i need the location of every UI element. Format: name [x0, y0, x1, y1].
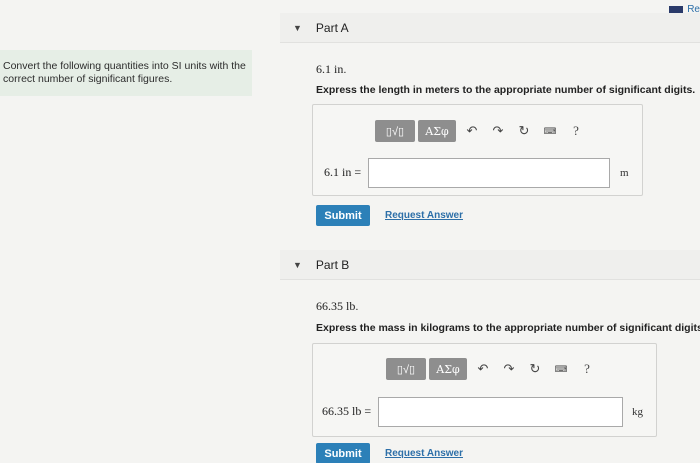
part-a-header[interactable]: ▼ Part A: [280, 13, 700, 43]
part-a-request-answer-link[interactable]: Request Answer: [385, 210, 463, 221]
part-b-answer-input[interactable]: [378, 397, 623, 427]
part-b-quantity-suffix: .: [355, 301, 359, 313]
part-a-answer-input[interactable]: [368, 158, 610, 188]
part-a-instruction: Express the length in meters to the appr…: [316, 84, 696, 96]
part-a-quantity-value: 6.1 in: [316, 62, 344, 76]
undo-icon[interactable]: ↶: [459, 123, 485, 139]
part-a-toolbar: ▯√▯ ΑΣφ ↶ ↷ ↻ ⌨ ?: [375, 120, 589, 142]
part-b-header[interactable]: ▼ Part B: [280, 250, 700, 280]
help-icon[interactable]: ?: [563, 123, 589, 139]
greek-symbols-button[interactable]: ΑΣφ: [429, 358, 467, 380]
undo-icon[interactable]: ↶: [470, 361, 496, 377]
part-b-title: Part B: [315, 257, 350, 272]
templates-button[interactable]: ▯√▯: [375, 120, 415, 142]
part-b-toolbar: ▯√▯ ΑΣφ ↶ ↷ ↻ ⌨ ?: [386, 358, 600, 380]
part-b-unit: kg: [632, 406, 643, 418]
part-b-instruction: Express the mass in kilograms to the app…: [316, 322, 700, 334]
redo-icon[interactable]: ↷: [485, 123, 511, 139]
caret-down-icon: ▼: [293, 259, 302, 270]
reset-icon[interactable]: ↻: [511, 123, 537, 139]
part-b-request-answer-link[interactable]: Request Answer: [385, 448, 463, 459]
part-a-unit: m: [620, 167, 629, 179]
part-b-answer-label: 66.35 lb =: [322, 404, 372, 418]
part-a-title: Part A: [315, 20, 349, 35]
instructions-panel: Convert the following quantities into SI…: [0, 50, 252, 96]
part-a-submit-button[interactable]: Submit: [316, 205, 370, 226]
keyboard-icon[interactable]: ⌨: [537, 126, 563, 137]
part-b-quantity: 66.35 lb.: [316, 299, 358, 314]
keyboard-icon[interactable]: ⌨: [548, 364, 574, 375]
part-a-answer-label: 6.1 in =: [324, 165, 362, 179]
part-b-submit-button[interactable]: Submit: [316, 443, 370, 463]
instructions-text: Convert the following quantities into SI…: [3, 60, 246, 85]
part-b-quantity-value: 66.35 lb: [316, 299, 356, 313]
help-icon[interactable]: ?: [574, 361, 600, 377]
part-a-quantity: 6.1 in.: [316, 62, 346, 77]
caret-down-icon: ▼: [293, 22, 302, 33]
part-a-quantity-suffix: .: [343, 64, 347, 76]
greek-symbols-button[interactable]: ΑΣφ: [418, 120, 456, 142]
templates-button[interactable]: ▯√▯: [386, 358, 426, 380]
redo-icon[interactable]: ↷: [496, 361, 522, 377]
reset-icon[interactable]: ↻: [522, 361, 548, 377]
